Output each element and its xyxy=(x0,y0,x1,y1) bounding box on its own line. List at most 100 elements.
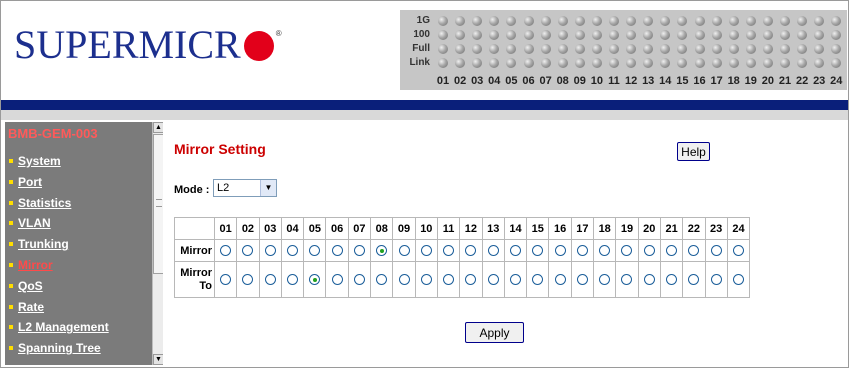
mirror-port-radio[interactable] xyxy=(621,245,633,257)
chevron-down-icon[interactable]: ▼ xyxy=(260,180,276,196)
mirror-to-port-radio[interactable] xyxy=(710,274,722,286)
mirror-to-port-radio[interactable] xyxy=(532,274,544,286)
mirror-to-port-radio[interactable] xyxy=(732,274,744,286)
scroll-up-icon[interactable]: ▲ xyxy=(153,122,163,133)
mirror-to-port-radio[interactable] xyxy=(331,274,343,286)
sidebar-item-spanning-tree[interactable]: Spanning Tree xyxy=(9,339,101,357)
mirror-to-port-radio[interactable] xyxy=(242,274,254,286)
mirror-port-radio[interactable] xyxy=(510,245,521,257)
mirror-to-port-radio[interactable] xyxy=(287,274,299,286)
sidebar-item-rate[interactable]: Rate xyxy=(9,298,44,316)
sidebar-item-label[interactable]: System xyxy=(18,154,61,168)
sidebar-item-label[interactable]: Rate xyxy=(18,300,44,314)
port-led-icon xyxy=(523,16,534,26)
mirror-port-radio[interactable] xyxy=(287,245,299,257)
sidebar-item-label[interactable]: Mirror xyxy=(18,258,53,272)
mirror-to-port-radio[interactable] xyxy=(220,274,232,286)
mirror-to-port-radio[interactable] xyxy=(643,274,655,286)
mirror-port-radio[interactable] xyxy=(710,245,722,257)
port-led-panel: 1G 100 Full Link 01 02 03 04 05 06 07 08 09 10 11 12 13 1… xyxy=(400,10,847,90)
sidebar-item-vlan[interactable]: VLAN xyxy=(9,214,51,232)
port-led-icon xyxy=(711,44,722,54)
mirror-port-radio[interactable] xyxy=(398,245,410,257)
mirror-to-label-line1: Mirror xyxy=(180,266,212,279)
port-led-icon xyxy=(609,30,619,40)
mirror-to-port-radio[interactable] xyxy=(376,274,388,286)
mirror-cell xyxy=(615,239,639,262)
port-header: 12 xyxy=(459,217,483,240)
sidebar-item-label[interactable]: Spanning Tree xyxy=(18,341,101,355)
mirror-to-port-radio[interactable] xyxy=(576,274,588,286)
port-header: 10 xyxy=(414,217,438,240)
bullet-icon xyxy=(9,159,13,163)
mirror-port-radio[interactable] xyxy=(443,245,455,257)
led-port-number: 02 xyxy=(453,75,467,87)
mirror-port-radio[interactable] xyxy=(465,245,477,257)
sidebar-item-qos[interactable]: QoS xyxy=(9,277,43,295)
mirror-port-radio[interactable] xyxy=(220,245,232,257)
mirror-port-radio[interactable] xyxy=(353,245,365,257)
mirror-to-cell xyxy=(392,261,416,298)
mirror-port-radio[interactable] xyxy=(309,245,321,257)
mirror-cell xyxy=(436,239,461,262)
mirror-to-port-radio[interactable] xyxy=(510,274,521,286)
mirror-to-port-radio[interactable] xyxy=(621,274,633,286)
mirror-port-radio[interactable] xyxy=(643,245,655,257)
scroll-down-icon[interactable]: ▼ xyxy=(153,354,163,365)
mirror-to-cell xyxy=(704,261,728,298)
mirror-port-radio[interactable] xyxy=(554,245,566,257)
sidebar-item-port[interactable]: Port xyxy=(9,173,42,191)
sidebar-item-label[interactable]: L2 Management xyxy=(18,320,109,334)
mirror-to-port-radio[interactable] xyxy=(688,274,700,286)
mirror-port-radio[interactable] xyxy=(532,245,544,257)
sidebar-item-mirror[interactable]: Mirror xyxy=(9,256,53,274)
sidebar-item-system[interactable]: System xyxy=(9,152,61,170)
mirror-port-radio[interactable] xyxy=(264,245,276,257)
mirror-to-cell xyxy=(637,261,661,298)
sidebar-item-label[interactable]: Trunking xyxy=(18,237,69,251)
mode-select[interactable]: L2 ▼ xyxy=(213,179,277,197)
port-led-icon xyxy=(591,44,602,54)
mirror-to-port-radio[interactable] xyxy=(398,274,410,286)
mirror-port-radio[interactable] xyxy=(666,245,678,257)
sidebar-scrollbar[interactable]: ▲ ▼ xyxy=(152,122,163,365)
mirror-to-port-radio[interactable] xyxy=(309,274,321,286)
apply-button[interactable]: Apply xyxy=(465,322,524,343)
sidebar-item-label[interactable]: Port xyxy=(18,175,42,189)
mirror-port-radio[interactable] xyxy=(331,245,343,257)
sidebar-item-label[interactable]: QoS xyxy=(18,279,43,293)
mirror-to-port-radio[interactable] xyxy=(487,274,499,286)
mirror-port-radio[interactable] xyxy=(376,245,388,257)
sidebar-item-label[interactable]: Statistics xyxy=(18,196,71,210)
port-led-icon xyxy=(677,16,688,26)
scrollbar-thumb[interactable] xyxy=(153,134,163,274)
sidebar-item-l2-management[interactable]: L2 Management xyxy=(9,318,109,336)
mirror-port-radio[interactable] xyxy=(487,245,499,257)
mirror-to-port-radio[interactable] xyxy=(599,274,611,286)
mirror-to-port-radio[interactable] xyxy=(264,274,276,286)
mirror-port-radio[interactable] xyxy=(688,245,700,257)
sidebar-item-statistics[interactable]: Statistics xyxy=(9,194,71,212)
sidebar-item-label[interactable]: VLAN xyxy=(18,216,51,230)
port-led-icon xyxy=(455,16,466,26)
port-led-icon xyxy=(523,30,534,40)
mirror-to-port-radio[interactable] xyxy=(420,274,432,286)
mirror-to-label-line2: To xyxy=(199,279,212,292)
mirror-to-port-radio[interactable] xyxy=(465,274,477,286)
mirror-to-cell xyxy=(526,261,550,298)
port-led-icon xyxy=(762,58,773,68)
led-row-label: Full xyxy=(412,43,430,54)
mirror-to-port-radio[interactable] xyxy=(353,274,365,286)
mirror-port-radio[interactable] xyxy=(576,245,588,257)
mirror-to-port-radio[interactable] xyxy=(666,274,678,286)
mirror-to-port-radio[interactable] xyxy=(443,274,455,286)
port-header: 19 xyxy=(615,217,639,240)
led-port-number: 23 xyxy=(813,75,826,87)
sidebar-item-trunking[interactable]: Trunking xyxy=(9,235,69,253)
mirror-port-radio[interactable] xyxy=(420,245,432,257)
mirror-port-radio[interactable] xyxy=(242,245,254,257)
mirror-to-port-radio[interactable] xyxy=(554,274,566,286)
mirror-port-radio[interactable] xyxy=(732,245,744,257)
help-button[interactable]: Help xyxy=(677,142,710,161)
mirror-port-radio[interactable] xyxy=(599,245,611,257)
